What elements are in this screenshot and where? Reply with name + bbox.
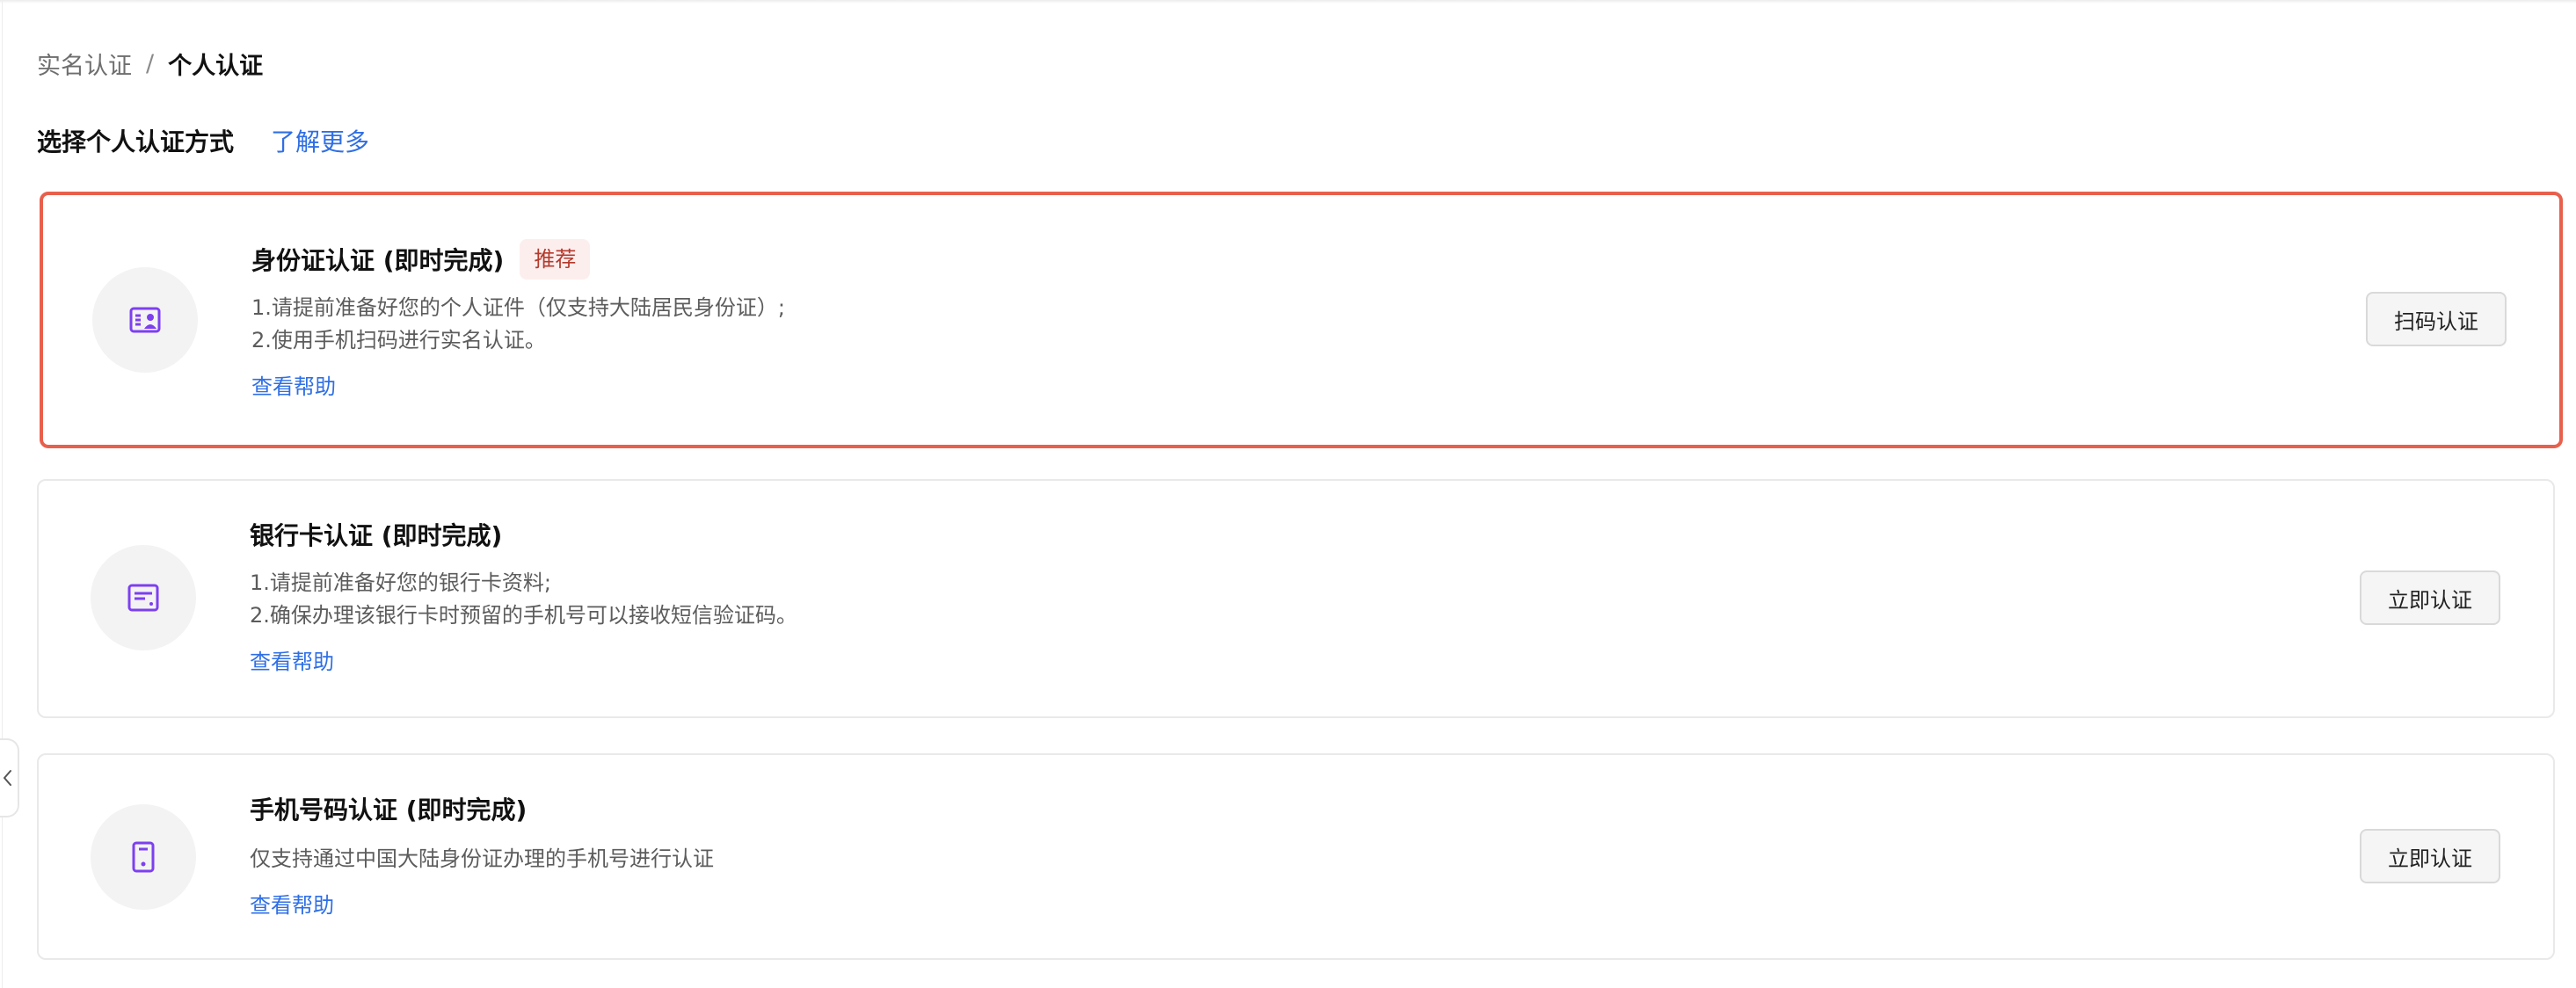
description-line: 仅支持通过中国大陆身份证办理的手机号进行认证 — [250, 846, 714, 871]
card-title: 银行卡认证 (即时完成) — [250, 521, 503, 550]
id-card-icon — [129, 307, 161, 333]
card-body: 手机号码认证 (即时完成) 仅支持通过中国大陆身份证办理的手机号进行认证 查看帮… — [250, 788, 714, 919]
view-help-link[interactable]: 查看帮助 — [251, 369, 336, 400]
description-line: 1.请提前准备好您的个人证件（仅支持大陆居民身份证）; — [251, 295, 785, 320]
card-title-row: 手机号码认证 (即时完成) — [250, 788, 714, 829]
icon-circle — [91, 545, 196, 650]
card-description: 1.请提前准备好您的银行卡资料; 2.确保办理该银行卡时预留的手机号可以接收短信… — [250, 567, 797, 632]
auth-method-card-mobile: 手机号码认证 (即时完成) 仅支持通过中国大陆身份证办理的手机号进行认证 查看帮… — [37, 753, 2555, 960]
card-title: 手机号码认证 (即时完成) — [250, 795, 528, 825]
icon-circle — [91, 804, 196, 910]
view-help-link[interactable]: 查看帮助 — [250, 644, 334, 675]
view-help-link[interactable]: 查看帮助 — [250, 888, 334, 919]
sidebar-divider — [2, 0, 3, 988]
sidebar-collapse-toggle[interactable] — [0, 738, 19, 817]
card-title-row: 银行卡认证 (即时完成) — [250, 514, 797, 555]
auth-method-card-id-card: 身份证认证 (即时完成) 推荐 1.请提前准备好您的个人证件（仅支持大陆居民身份… — [40, 192, 2563, 448]
card-description: 1.请提前准备好您的个人证件（仅支持大陆居民身份证）; 2.使用手机扫码进行实名… — [251, 292, 785, 357]
breadcrumb: 实名认证 / 个人认证 — [37, 46, 263, 81]
top-shadow — [0, 0, 2576, 4]
card-body: 银行卡认证 (即时完成) 1.请提前准备好您的银行卡资料; 2.确保办理该银行卡… — [250, 514, 797, 675]
card-title: 身份证认证 (即时完成) — [251, 246, 505, 275]
recommended-badge: 推荐 — [520, 239, 591, 280]
description-line: 1.请提前准备好您的银行卡资料; — [250, 570, 551, 595]
card-title-row: 身份证认证 (即时完成) 推荐 — [251, 239, 785, 280]
verify-now-button[interactable]: 立即认证 — [2360, 829, 2500, 883]
section-header: 选择个人认证方式 了解更多 — [37, 123, 369, 158]
card-description: 仅支持通过中国大陆身份证办理的手机号进行认证 — [250, 843, 714, 875]
scan-verify-button[interactable]: 扫码认证 — [2366, 292, 2507, 346]
description-line: 2.确保办理该银行卡时预留的手机号可以接收短信验证码。 — [250, 603, 797, 628]
bank-card-icon — [127, 584, 159, 612]
breadcrumb-separator: / — [146, 49, 155, 77]
mobile-phone-icon — [132, 841, 155, 873]
description-line: 2.使用手机扫码进行实名认证。 — [251, 328, 546, 352]
breadcrumb-item-real-name-auth[interactable]: 实名认证 — [37, 47, 132, 81]
auth-method-card-bank-card: 银行卡认证 (即时完成) 1.请提前准备好您的银行卡资料; 2.确保办理该银行卡… — [37, 479, 2555, 718]
section-title: 选择个人认证方式 — [37, 127, 235, 156]
card-body: 身份证认证 (即时完成) 推荐 1.请提前准备好您的个人证件（仅支持大陆居民身份… — [251, 239, 785, 400]
verify-now-button[interactable]: 立即认证 — [2360, 570, 2500, 625]
icon-circle — [92, 267, 198, 373]
breadcrumb-item-personal-auth: 个人认证 — [168, 52, 264, 80]
chevron-left-icon — [4, 770, 11, 786]
learn-more-link[interactable]: 了解更多 — [271, 123, 369, 158]
